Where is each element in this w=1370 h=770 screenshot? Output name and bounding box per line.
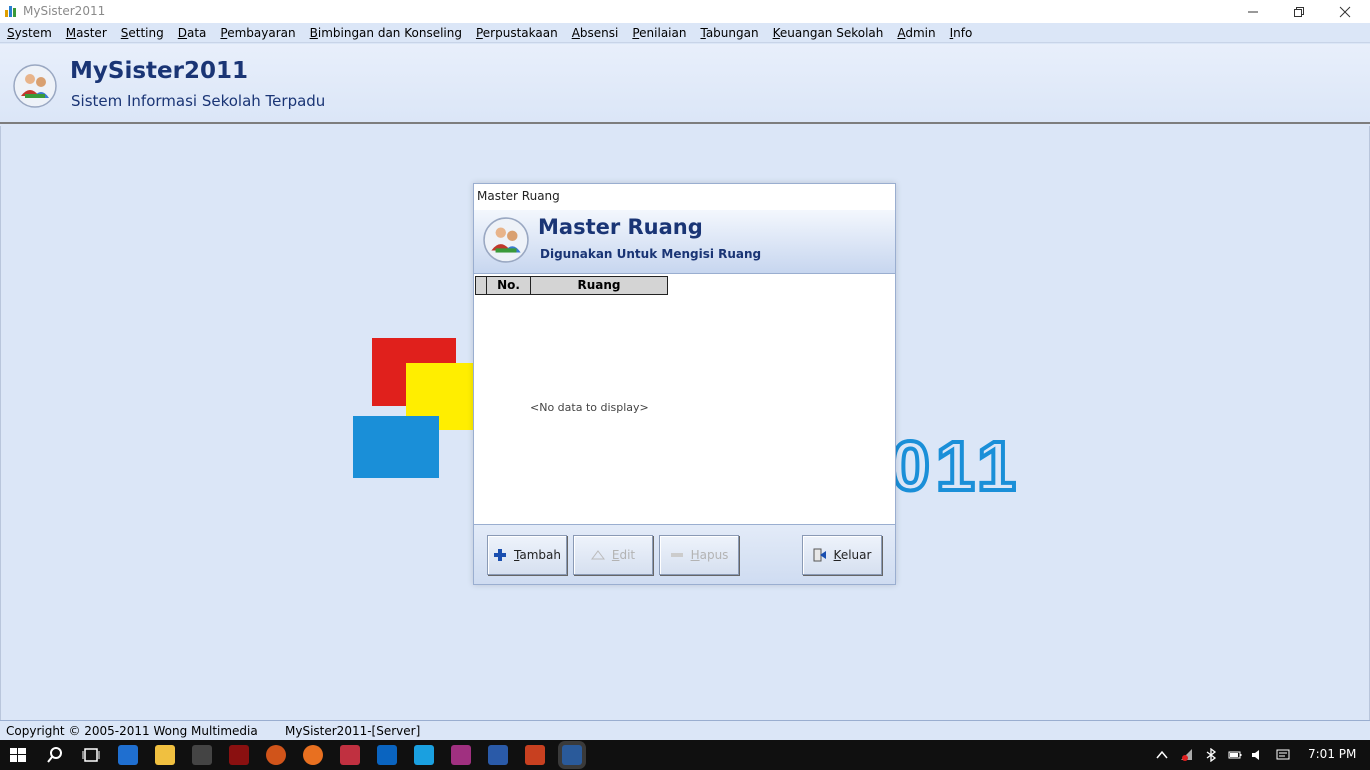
network-icon[interactable] <box>1180 748 1194 762</box>
restore-icon <box>1294 6 1304 17</box>
background-logo-text: 011 <box>889 425 1022 507</box>
grid-empty-message: <No data to display> <box>530 401 649 414</box>
powerpoint-icon[interactable] <box>525 745 545 765</box>
triangle-up-icon <box>590 550 605 560</box>
menu-keuangan[interactable]: Keuangan Sekolah <box>773 26 884 40</box>
menu-absensi[interactable]: Absensi <box>572 26 619 40</box>
menu-bar: System Master Setting Data Pembayaran Bi… <box>0 23 1370 43</box>
menu-pembayaran[interactable]: Pembayaran <box>220 26 295 40</box>
menu-penilaian[interactable]: Penilaian <box>632 26 686 40</box>
column-header-ruang[interactable]: Ruang <box>531 277 667 294</box>
windows-start-icon[interactable] <box>8 745 28 765</box>
file-explorer-icon[interactable] <box>155 745 175 765</box>
keluar-label: Keluar <box>833 548 872 562</box>
column-header-no[interactable]: No. <box>487 277 531 294</box>
close-button[interactable] <box>1322 0 1368 23</box>
minus-icon <box>670 553 683 557</box>
app-name: MySister2011 <box>70 58 248 84</box>
menu-setting[interactable]: Setting <box>121 26 164 40</box>
hapus-label: Hapus <box>690 548 729 562</box>
app-icon-red[interactable] <box>229 745 249 765</box>
window-titlebar: MySister2011 <box>0 0 1370 23</box>
task-view-icon[interactable] <box>81 745 101 765</box>
dialog-subheading: Digunakan Untuk Mengisi Ruang <box>540 247 762 261</box>
keluar-button[interactable]: Keluar <box>802 535 882 575</box>
close-icon <box>1339 6 1351 17</box>
chrome-icon[interactable] <box>266 745 286 765</box>
restore-button[interactable] <box>1276 0 1322 23</box>
users-logo-icon <box>483 217 529 263</box>
app-header: MySister2011 Sistem Informasi Sekolah Te… <box>0 44 1370 124</box>
grid-header: No. Ruang <box>475 276 668 295</box>
menu-data[interactable]: Data <box>178 26 207 40</box>
dialog-button-bar: Tambah Edit Hapus Keluar <box>474 524 895 584</box>
chevron-up-icon[interactable] <box>1155 748 1169 762</box>
firefox-icon[interactable] <box>303 745 323 765</box>
exit-door-icon <box>813 548 826 562</box>
status-copyright: Copyright © 2005-2011 Wong Multimedia <box>6 724 258 738</box>
word-icon[interactable] <box>488 745 508 765</box>
dialog-title: Master Ruang <box>477 189 560 203</box>
grid-row-selector-header[interactable] <box>476 277 487 294</box>
minimize-icon <box>1248 11 1258 12</box>
mysister-taskbar-icon[interactable] <box>562 745 582 765</box>
logo-blue-square <box>353 416 439 478</box>
volume-icon[interactable] <box>1250 748 1264 762</box>
window-title: MySister2011 <box>23 4 106 18</box>
status-server: MySister2011-[Server] <box>285 724 421 738</box>
menu-master[interactable]: Master <box>66 26 107 40</box>
outlook-icon[interactable] <box>377 745 397 765</box>
ruang-grid[interactable]: No. Ruang <No data to display> <box>474 275 895 523</box>
bluetooth-icon[interactable] <box>1204 748 1218 762</box>
plus-icon <box>494 549 507 561</box>
app-icon-purple[interactable] <box>451 745 471 765</box>
edge-browser-icon[interactable] <box>118 745 138 765</box>
hapus-button[interactable]: Hapus <box>659 535 739 575</box>
minimize-button[interactable] <box>1230 0 1276 23</box>
battery-icon[interactable] <box>1228 748 1242 762</box>
store-icon[interactable] <box>192 745 212 765</box>
app-subtitle: Sistem Informasi Sekolah Terpadu <box>71 92 326 110</box>
edit-button[interactable]: Edit <box>573 535 653 575</box>
menu-info[interactable]: Info <box>950 26 973 40</box>
taskbar-clock[interactable]: 7:01 PM <box>1308 747 1356 761</box>
menu-system[interactable]: System <box>7 26 52 40</box>
master-ruang-dialog: Master Ruang Master Ruang Digunakan Untu… <box>473 183 896 585</box>
tambah-button[interactable]: Tambah <box>487 535 567 575</box>
app-bar-chart-icon <box>5 6 16 17</box>
windows-taskbar: 7:01 PM <box>0 740 1370 770</box>
dialog-heading: Master Ruang <box>538 215 703 239</box>
dialog-banner: Master Ruang Digunakan Untuk Mengisi Rua… <box>474 210 895 274</box>
edit-label: Edit <box>611 548 636 562</box>
tambah-label: Tambah <box>514 548 561 562</box>
search-icon[interactable] <box>45 745 65 765</box>
menu-perpustakaan[interactable]: Perpustakaan <box>476 26 558 40</box>
menu-bimbingan[interactable]: Bimbingan dan Konseling <box>310 26 462 40</box>
menu-tabungan[interactable]: Tabungan <box>700 26 758 40</box>
status-bar: Copyright © 2005-2011 Wong Multimedia My… <box>0 720 1370 740</box>
menu-admin[interactable]: Admin <box>897 26 935 40</box>
notifications-icon[interactable] <box>1276 748 1290 762</box>
skype-icon[interactable] <box>414 745 434 765</box>
app-icon-pink[interactable] <box>340 745 360 765</box>
users-logo-icon <box>13 64 57 108</box>
